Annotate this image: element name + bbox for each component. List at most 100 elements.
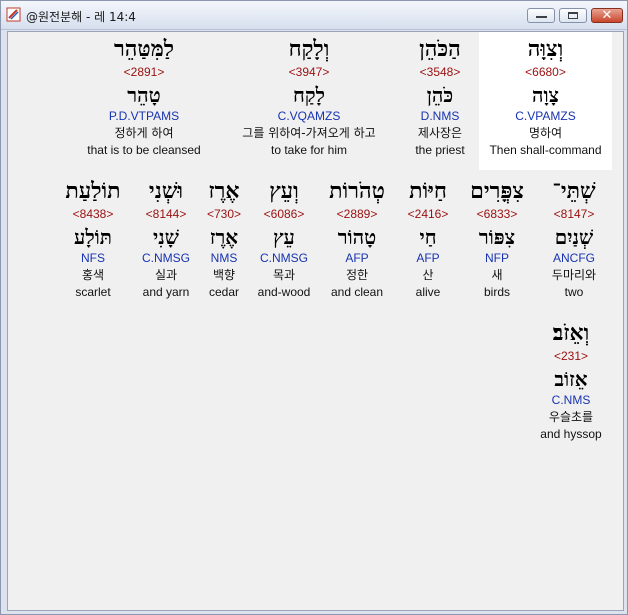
hebrew-word: אֶרֶז [208, 178, 240, 204]
morphology-code: NFP [485, 251, 509, 265]
strong-number: <2889> [336, 207, 378, 221]
korean-gloss: 백향 [212, 268, 236, 282]
lemma: אֶרֶז [209, 225, 239, 249]
lemma: תּוֹלָע [74, 225, 112, 249]
korean-gloss: 정하게 하여 [114, 126, 174, 140]
hebrew-word: טְהֹרוֹת [329, 178, 385, 204]
word-cell[interactable]: תוֹלַעַת <8438> תּוֹלָע NFS 홍색 scarlet [56, 176, 130, 310]
lemma: שָׁנִי [153, 225, 179, 249]
word-cell[interactable]: חַיּוֹת <2416> חַי AFP 산 alive [399, 176, 457, 310]
word-cell[interactable]: טְהֹרוֹת <2889> טָהוֹר AFP 정한 and clean [318, 176, 396, 310]
korean-gloss: 두마리와 [551, 268, 597, 282]
english-gloss: to take for him [270, 143, 348, 157]
morphology-code: AFP [345, 251, 369, 265]
english-gloss: two [564, 285, 584, 299]
korean-gloss: 그를 위하여-가져오게 하고 [242, 126, 376, 140]
title-bar[interactable]: @원전분해 - 레 14:4 ✕ [1, 1, 627, 30]
word-cell[interactable]: וּשְׁנִי <8144> שָׁנִי C.NMSG 실과 and yar… [134, 176, 198, 310]
lemma: צִפּוֹר [478, 225, 516, 249]
strong-number: <8144> [145, 207, 187, 221]
morphology-code: D.NMS [420, 109, 460, 123]
word-cell[interactable]: לַמִּטַּהֵר <2891> טָהֵר P.D.VTPAMS 정하게 … [74, 32, 214, 170]
word-analysis-panel: וְצִוָּה <6680> צָוָה C.VPAMZS 명하여 Then … [7, 31, 624, 611]
hebrew-word: שְׁתֵּי־ [552, 178, 596, 204]
english-gloss: and-wood [257, 285, 311, 299]
hebrew-word: צִפֳּרִים [470, 178, 524, 204]
strong-number: <8147> [553, 207, 595, 221]
close-button[interactable]: ✕ [591, 8, 623, 23]
english-gloss: alive [415, 285, 441, 299]
english-gloss: cedar [208, 285, 240, 299]
lemma: עֵץ [273, 225, 295, 249]
hebrew-word: תוֹלַעַת [65, 178, 121, 204]
morphology-code: C.VQAMZS [277, 109, 341, 123]
hebrew-word: וְעֵץ [269, 178, 299, 204]
korean-gloss: 홍색 [81, 268, 105, 282]
korean-gloss: 산 [422, 268, 434, 282]
english-gloss: scarlet [75, 285, 111, 299]
korean-gloss: 새 [491, 268, 503, 282]
maximize-button[interactable] [559, 8, 587, 23]
english-gloss: that is to be cleansed [87, 143, 201, 157]
word-cell[interactable]: שְׁתֵּי־ <8147> שְׁנַיִם ANCFG 두마리와 two [537, 176, 611, 310]
hebrew-word: חַיּוֹת [409, 178, 447, 204]
english-gloss: birds [483, 285, 510, 299]
hebrew-word: לַמִּטַּהֵר [113, 36, 175, 62]
strong-number: <6833> [476, 207, 518, 221]
word-cell[interactable]: צִפֳּרִים <6833> צִפּוֹר NFP 새 birds [460, 176, 534, 310]
hebrew-word: וְלָקַח [288, 36, 330, 62]
morphology-code: NMS [210, 251, 238, 265]
lemma: אֵזוֹב [554, 367, 588, 391]
strong-number: <730> [206, 207, 242, 221]
lemma: טָהֵר [127, 83, 161, 107]
window-title: @원전분해 - 레 14:4 [26, 10, 136, 24]
strong-number: <231> [553, 349, 589, 363]
hebrew-word: הַכֹּהֵן [419, 36, 461, 62]
morphology-code: NFS [81, 251, 105, 265]
strong-number: <6680> [525, 65, 566, 79]
morphology-code: C.NMS [551, 393, 591, 407]
minimize-button[interactable] [527, 8, 555, 23]
lemma: חַי [419, 225, 437, 249]
word-cell[interactable]: וְאֵזֹב׃ <231> אֵזוֹב C.NMS 우슬초를 and hys… [530, 318, 612, 452]
strong-number: <3947> [288, 65, 330, 79]
korean-gloss: 명하여 [528, 126, 563, 140]
morphology-code: C.VPAMZS [515, 109, 576, 123]
lemma: לָקַח [293, 83, 325, 107]
word-cell[interactable]: וְעֵץ <6086> עֵץ C.NMSG 목과 and-wood [252, 176, 316, 310]
app-window: @원전분해 - 레 14:4 ✕ וְצִוָּה <6680> צָוָה C… [0, 0, 628, 615]
lemma: צָוָה [531, 83, 560, 107]
morphology-code: C.NMSG [142, 251, 190, 265]
korean-gloss: 제사장은 [417, 126, 463, 140]
korean-gloss: 목과 [272, 268, 296, 282]
morphology-code: ANCFG [553, 251, 595, 265]
english-gloss: and yarn [142, 285, 190, 299]
english-gloss: and clean [330, 285, 384, 299]
korean-gloss: 정한 [345, 268, 369, 282]
word-cell[interactable]: הַכֹּהֵן <3548> כֹּהֵן D.NMS 제사장은 the pr… [400, 32, 480, 170]
strong-number: <3548> [419, 65, 461, 79]
app-icon [6, 7, 21, 22]
morphology-code: AFP [416, 251, 440, 265]
lemma: כֹּהֵן [426, 83, 454, 107]
strong-number: <6086> [263, 207, 305, 221]
strong-number: <8438> [72, 207, 114, 221]
hebrew-word: וְאֵזֹב׃ [552, 320, 590, 346]
minimize-icon [536, 16, 547, 18]
morphology-code: C.NMSG [260, 251, 308, 265]
word-cell[interactable]: אֶרֶז <730> אֶרֶז NMS 백향 cedar [200, 176, 248, 310]
english-gloss: the priest [415, 143, 465, 157]
english-gloss: Then shall-command [489, 143, 602, 157]
english-gloss: and hyssop [540, 427, 602, 441]
strong-number: <2416> [407, 207, 449, 221]
lemma: שְׁנַיִם [554, 225, 594, 249]
korean-gloss: 우슬초를 [548, 410, 594, 424]
hebrew-word: וּשְׁנִי [148, 178, 184, 204]
maximize-icon [568, 12, 578, 19]
korean-gloss: 실과 [154, 268, 178, 282]
word-cell[interactable]: וְצִוָּה <6680> צָוָה C.VPAMZS 명하여 Then … [479, 32, 612, 170]
hebrew-word: וְצִוָּה [527, 36, 564, 62]
strong-number: <2891> [123, 65, 165, 79]
word-cell[interactable]: וְלָקַח <3947> לָקַח C.VQAMZS 그를 위하여-가져오… [220, 32, 398, 170]
morphology-code: P.D.VTPAMS [108, 109, 180, 123]
